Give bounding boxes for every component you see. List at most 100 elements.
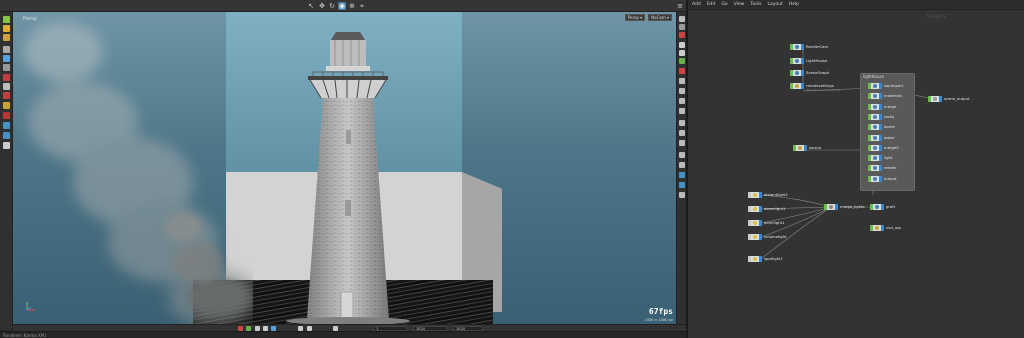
node-body[interactable]	[868, 124, 882, 131]
normals-icon[interactable]	[679, 108, 685, 114]
bypass-flag-icon[interactable]	[748, 220, 751, 226]
bypass-flag-icon[interactable]	[868, 155, 871, 162]
node-body[interactable]	[790, 83, 804, 89]
lights-icon[interactable]	[679, 58, 685, 64]
node-body[interactable]	[868, 134, 882, 141]
node-body[interactable]	[928, 96, 942, 102]
display-flag-icon[interactable]	[879, 83, 882, 89]
persp-menu-button[interactable]: Persp ▾	[624, 14, 646, 21]
camera-view-icon[interactable]	[679, 120, 685, 126]
display-flag-icon[interactable]	[879, 103, 882, 110]
display-flag-icon[interactable]	[879, 113, 882, 120]
node-body[interactable]	[868, 93, 882, 100]
network-editor-pane[interactable]: Add Edit Go View Tools Layout Help Solar…	[686, 0, 1024, 338]
node-body[interactable]	[790, 58, 804, 64]
safe-area-icon[interactable]	[679, 140, 685, 146]
bypass-flag-icon[interactable]	[870, 204, 873, 210]
display-flag-icon[interactable]	[881, 225, 884, 231]
display-flag-icon[interactable]	[804, 145, 807, 151]
snapshot-icon[interactable]	[679, 162, 685, 168]
display-flag-icon[interactable]	[879, 134, 882, 141]
display-flag-icon[interactable]	[801, 44, 804, 50]
node-body[interactable]	[790, 70, 804, 76]
bypass-flag-icon[interactable]	[824, 204, 827, 210]
node-body[interactable]	[748, 220, 762, 226]
node-body[interactable]	[868, 155, 882, 162]
node-body[interactable]	[748, 206, 762, 212]
viewport-camera-label[interactable]: Persp	[23, 16, 37, 22]
bypass-flag-icon[interactable]	[868, 124, 871, 131]
rotate-tool-icon[interactable]: ↻	[328, 2, 336, 10]
node-body[interactable]	[868, 175, 882, 182]
bypass-flag-icon[interactable]	[928, 96, 931, 102]
node-body[interactable]	[790, 44, 804, 50]
node-body[interactable]	[868, 113, 882, 120]
bypass-flag-icon[interactable]	[748, 256, 751, 262]
display-flag-icon[interactable]	[801, 58, 804, 64]
bypass-flag-icon[interactable]	[868, 175, 871, 182]
display-icon[interactable]	[3, 132, 10, 139]
bypass-flag-icon[interactable]	[868, 93, 871, 100]
pose-icon[interactable]	[3, 34, 10, 41]
shaded-icon[interactable]	[679, 50, 685, 56]
display-flag-icon[interactable]	[879, 165, 882, 172]
bypass-flag-icon[interactable]	[868, 165, 871, 172]
display-flag-icon[interactable]	[759, 234, 762, 240]
record-display-icon[interactable]	[679, 68, 685, 74]
handle-icon[interactable]	[3, 46, 10, 53]
view-mode-icon[interactable]	[3, 122, 10, 129]
display-flag-icon[interactable]	[879, 175, 882, 182]
settings-icon[interactable]	[679, 172, 685, 178]
measure-icon[interactable]	[3, 102, 10, 109]
node-body[interactable]	[748, 256, 762, 262]
node-body[interactable]	[868, 83, 882, 89]
background-icon[interactable]	[679, 130, 685, 136]
display-flag-icon[interactable]	[879, 124, 882, 131]
display-flag-icon[interactable]	[759, 206, 762, 212]
bypass-flag-icon[interactable]	[790, 70, 793, 76]
node-body[interactable]	[824, 204, 838, 210]
home-view-icon[interactable]	[679, 16, 685, 22]
display-flag-icon[interactable]	[881, 204, 884, 210]
magnet-icon[interactable]	[3, 92, 10, 99]
bypass-flag-icon[interactable]	[748, 192, 751, 198]
node-body[interactable]	[868, 103, 882, 110]
bypass-flag-icon[interactable]	[868, 134, 871, 141]
network-box[interactable]: lighthouse	[860, 73, 915, 191]
node-body[interactable]	[793, 145, 807, 151]
display-flag-icon[interactable]	[759, 220, 762, 226]
view-tool-icon[interactable]: ◉	[338, 2, 346, 10]
bypass-flag-icon[interactable]	[868, 113, 871, 120]
brush-icon[interactable]	[3, 112, 10, 119]
handle-tool-icon[interactable]: ⊕	[348, 2, 356, 10]
snap-tool-icon[interactable]: ⌖	[358, 2, 366, 10]
split-view-icon[interactable]	[679, 152, 685, 158]
ghost-icon[interactable]	[679, 88, 685, 94]
display-flag-icon[interactable]	[939, 96, 942, 102]
bypass-flag-icon[interactable]	[790, 83, 793, 89]
render-icon[interactable]	[3, 142, 10, 149]
bypass-flag-icon[interactable]	[748, 234, 751, 240]
select-icon[interactable]	[3, 16, 10, 23]
flipbook-icon[interactable]	[679, 192, 685, 198]
camera-select-button[interactable]: NoCam ▾	[648, 14, 672, 21]
display-flag-icon[interactable]	[759, 256, 762, 262]
node-body[interactable]	[868, 144, 882, 151]
display-flag-icon[interactable]	[879, 155, 882, 162]
record-icon[interactable]	[3, 74, 10, 81]
transform-icon[interactable]	[3, 25, 10, 32]
node-body[interactable]	[868, 165, 882, 172]
bypass-flag-icon[interactable]	[790, 44, 793, 50]
move-tool-icon[interactable]: ✥	[318, 2, 326, 10]
frame-icon[interactable]	[679, 24, 685, 30]
pane-menu-icon[interactable]: ≡	[676, 2, 684, 10]
display-flag-icon[interactable]	[835, 204, 838, 210]
bypass-flag-icon[interactable]	[868, 144, 871, 151]
node-body[interactable]	[748, 234, 762, 240]
snap-icon[interactable]	[3, 83, 10, 90]
bypass-flag-icon[interactable]	[748, 206, 751, 212]
node-body[interactable]	[870, 204, 884, 210]
bypass-flag-icon[interactable]	[790, 58, 793, 64]
display-flag-icon[interactable]	[879, 144, 882, 151]
bypass-flag-icon[interactable]	[793, 145, 796, 151]
